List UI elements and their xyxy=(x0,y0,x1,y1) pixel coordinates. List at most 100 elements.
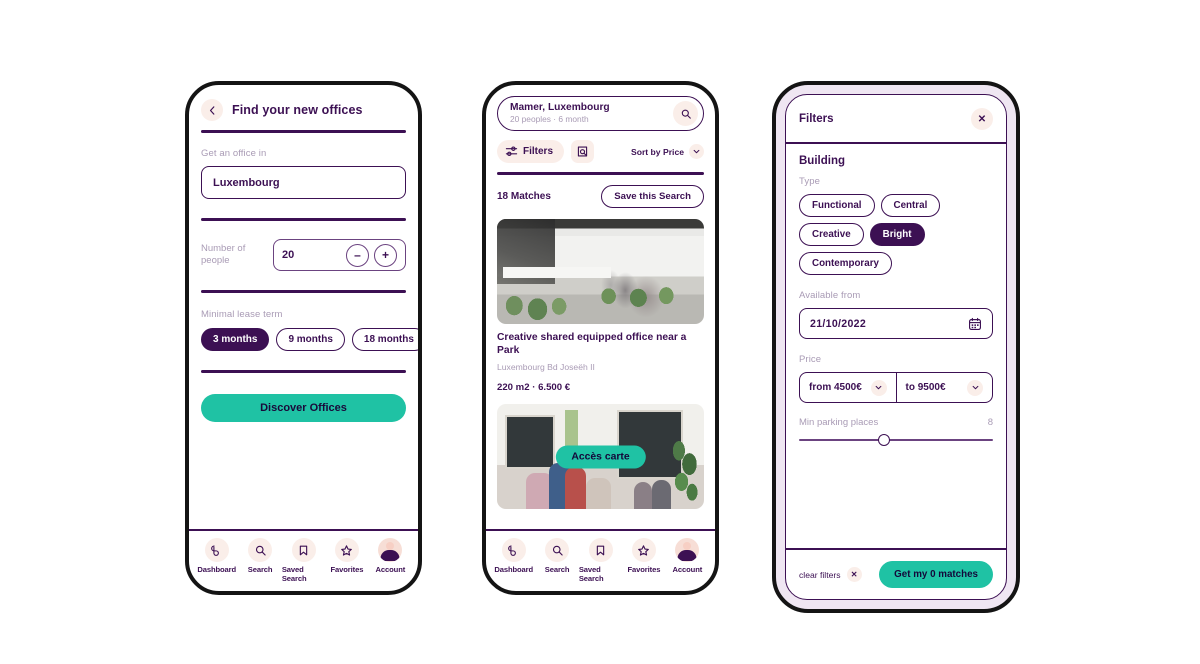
dashboard-glyph xyxy=(211,544,220,556)
star-icon xyxy=(334,538,359,562)
filters-footer: clear filters ✕ Get my 0 matches xyxy=(786,548,1006,599)
nav-item-dashboard[interactable]: Dashboard xyxy=(195,538,238,583)
clear-filters-button[interactable]: clear filters ✕ xyxy=(799,567,862,582)
listing-photo: Accès carte xyxy=(497,404,704,509)
chevron-down-icon[interactable] xyxy=(870,379,887,396)
clear-filters-label: clear filters xyxy=(799,569,841,580)
calendar-icon[interactable] xyxy=(968,317,982,331)
type-option-contemporary[interactable]: Contemporary xyxy=(799,252,892,275)
nav-item-account[interactable]: Account xyxy=(666,538,709,583)
sliders-icon xyxy=(505,146,518,157)
matches-row: 18 Matches Save this Search xyxy=(497,185,704,208)
list-item[interactable]: Accès carte xyxy=(497,404,704,509)
parking-label: Min parking places xyxy=(799,417,879,428)
location-input[interactable]: Luxembourg xyxy=(201,166,406,199)
sort-label: Sort by Price xyxy=(630,146,684,157)
save-search-button[interactable]: Save this Search xyxy=(601,185,704,208)
nav-label: Favorites xyxy=(330,565,364,574)
price-to-value: to 9500€ xyxy=(905,382,946,393)
listing-address: Luxembourg Bd Joseëh II xyxy=(497,362,595,372)
price-to-select[interactable]: to 9500€ xyxy=(895,373,993,402)
search-icon xyxy=(545,538,570,562)
search-query: Mamer, Luxembourg xyxy=(510,102,610,114)
type-option-functional[interactable]: Functional xyxy=(799,194,875,217)
people-row: Number of people 20 – + xyxy=(201,239,406,271)
parking-slider[interactable] xyxy=(799,434,993,446)
nav-item-favorites[interactable]: Favorites xyxy=(622,538,665,583)
map-access-button[interactable]: Accès carte xyxy=(555,445,646,468)
filters-label: Filters xyxy=(523,146,554,157)
bookmark-glyph xyxy=(596,545,605,555)
close-icon[interactable]: ✕ xyxy=(971,108,993,130)
close-glyph: ✕ xyxy=(977,113,987,125)
lease-option-3-months[interactable]: 3 months xyxy=(201,328,270,351)
nav-label: Search xyxy=(544,565,570,574)
listing-photo xyxy=(497,219,704,324)
chevron-down-glyph xyxy=(875,385,882,390)
nav-item-favorites[interactable]: Favorites xyxy=(325,538,368,583)
results-header: Mamer, Luxembourg 20 peoples · 6 month F… xyxy=(486,85,715,208)
people-label: Number of people xyxy=(201,243,246,266)
quantity-stepper[interactable]: 20 – + xyxy=(273,239,406,271)
star-glyph xyxy=(638,544,650,556)
bookmark-glyph xyxy=(299,545,308,555)
search-icon[interactable] xyxy=(673,101,698,126)
bottom-nav: Dashboard Search Saved Search Favorites … xyxy=(189,529,418,591)
search-glyph xyxy=(552,545,563,556)
chevron-down-icon[interactable] xyxy=(689,144,704,159)
saved-search-icon[interactable] xyxy=(571,140,595,163)
nav-label: Saved Search xyxy=(281,565,307,583)
search-input[interactable]: Mamer, Luxembourg 20 peoples · 6 month xyxy=(497,96,704,131)
listing-list[interactable]: Creative shared equipped office near a P… xyxy=(486,208,715,529)
location-value: Luxembourg xyxy=(213,176,280,189)
get-matches-button[interactable]: Get my 0 matches xyxy=(879,561,993,588)
avatar-body xyxy=(677,550,697,561)
avatar-head xyxy=(386,542,395,550)
slider-thumb[interactable] xyxy=(878,434,891,446)
nav-item-search[interactable]: Search xyxy=(238,538,281,583)
chevron-left-icon[interactable] xyxy=(201,99,223,121)
people-value: 20 xyxy=(282,249,295,261)
type-option-central[interactable]: Central xyxy=(880,194,941,217)
phone-search-form: Find your new offices Get an office in L… xyxy=(185,81,422,595)
close-icon[interactable]: ✕ xyxy=(846,567,862,582)
chevron-down-glyph xyxy=(972,385,978,390)
nav-item-dashboard[interactable]: Dashboard xyxy=(492,538,535,583)
nav-item-account[interactable]: Account xyxy=(369,538,412,583)
nav-label: Account xyxy=(375,565,406,574)
date-field[interactable]: 21/10/2022 xyxy=(799,308,993,339)
filters-header: Filters ✕ xyxy=(786,95,1006,144)
nav-item-saved-search[interactable]: Saved Search xyxy=(282,538,325,583)
date-value: 21/10/2022 xyxy=(810,317,867,330)
listing-title: Creative shared equipped office near a P… xyxy=(497,332,687,356)
search-header: Find your new offices xyxy=(189,85,418,121)
parking-row: Min parking places 8 xyxy=(799,417,993,428)
listing-meta: 220 m2 · 6.500 € xyxy=(497,382,571,393)
filters-button[interactable]: Filters xyxy=(497,140,565,163)
chevron-down-icon[interactable] xyxy=(967,379,983,396)
type-option-bright[interactable]: Bright xyxy=(869,223,925,246)
photo-detail xyxy=(586,477,611,509)
price-label: Price xyxy=(799,354,822,365)
screens-stage: Find your new offices Get an office in L… xyxy=(0,0,1200,664)
bottom-nav: Dashboard Search Saved Search Favorites … xyxy=(486,529,715,591)
search-glyph xyxy=(681,109,691,119)
decrement-button[interactable]: – xyxy=(346,243,369,267)
price-from-select[interactable]: from 4500€ xyxy=(800,373,896,402)
list-item[interactable]: Creative shared equipped office near a P… xyxy=(497,219,704,393)
avatar xyxy=(378,538,403,562)
nav-item-search[interactable]: Search xyxy=(535,538,578,583)
sort-control[interactable]: Sort by Price xyxy=(631,144,704,159)
search-icon xyxy=(248,538,273,562)
filters-body: Building Type Functional Central Creativ… xyxy=(786,144,1006,548)
discover-offices-button[interactable]: Discover Offices xyxy=(201,394,406,422)
increment-button[interactable]: + xyxy=(374,243,397,267)
type-options: Functional Central Creative Bright Conte… xyxy=(799,194,993,275)
phone-filters-sheet: Filters ✕ Building Type Functional Centr… xyxy=(772,81,1020,613)
chevron-down-glyph xyxy=(693,149,700,154)
nav-item-saved-search[interactable]: Saved Search xyxy=(579,538,622,583)
lease-option-9-months[interactable]: 9 months xyxy=(276,328,345,351)
type-option-creative[interactable]: Creative xyxy=(799,223,864,246)
lease-option-18-months[interactable]: 18 months xyxy=(351,328,418,351)
price-range: from 4500€ to 9500€ xyxy=(799,372,993,403)
